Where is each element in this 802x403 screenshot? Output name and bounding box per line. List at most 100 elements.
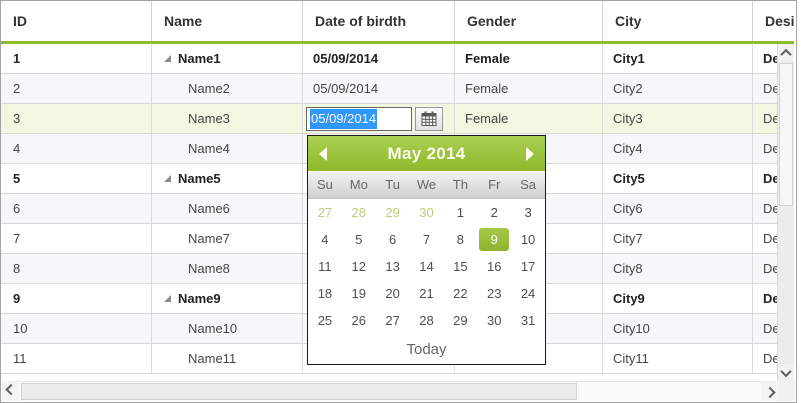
scroll-left-button[interactable] (2, 381, 19, 401)
calendar-day[interactable]: 30 (410, 199, 444, 226)
cell-city[interactable]: City5 (603, 164, 753, 193)
calendar-day[interactable]: 19 (342, 280, 376, 307)
calendar-day[interactable]: 25 (308, 307, 342, 334)
cell-city[interactable]: City9 (603, 284, 753, 313)
cell-name[interactable]: Name11 (152, 344, 303, 373)
calendar-day[interactable]: 27 (376, 307, 410, 334)
horizontal-scrollbar-thumb[interactable] (21, 383, 577, 400)
scroll-up-button[interactable] (778, 44, 794, 61)
cell-name[interactable]: Name7 (152, 224, 303, 253)
column-header-id[interactable]: ID (1, 1, 152, 41)
calendar-day[interactable]: 8 (443, 226, 477, 253)
calendar-day[interactable]: 23 (477, 280, 511, 307)
cell-name[interactable]: Name1 (152, 44, 303, 73)
cell-city[interactable]: City8 (603, 254, 753, 283)
vertical-scrollbar-thumb[interactable] (779, 63, 793, 206)
calendar-day[interactable]: 13 (376, 253, 410, 280)
calendar-day[interactable]: 18 (308, 280, 342, 307)
cell-id[interactable]: 1 (1, 44, 152, 73)
cell-city[interactable]: City11 (603, 344, 753, 373)
calendar-day[interactable]: 17 (511, 253, 545, 280)
cell-gender[interactable]: Female (455, 74, 603, 103)
column-header-city[interactable]: City (603, 1, 753, 41)
calendar-day[interactable]: 28 (342, 199, 376, 226)
cell-city[interactable]: City4 (603, 134, 753, 163)
cell-city[interactable]: City6 (603, 194, 753, 223)
cell-name[interactable]: Name5 (152, 164, 303, 193)
cell-dob[interactable]: 05/09/2014 (303, 74, 455, 103)
cell-id[interactable]: 4 (1, 134, 152, 163)
cell-id[interactable]: 2 (1, 74, 152, 103)
calendar-day[interactable]: 16 (477, 253, 511, 280)
calendar-prev-icon[interactable] (319, 147, 327, 161)
cell-gender[interactable]: Female (455, 104, 603, 133)
dob-editor-input[interactable]: 05/09/2014 (306, 107, 412, 131)
cell-city[interactable]: City1 (603, 44, 753, 73)
calendar-title[interactable]: May 2014 (387, 144, 465, 164)
cell-city[interactable]: City3 (603, 104, 753, 133)
calendar-next-icon[interactable] (526, 147, 534, 161)
calendar-day[interactable]: 24 (511, 280, 545, 307)
cell-city[interactable]: City10 (603, 314, 753, 343)
cell-id[interactable]: 7 (1, 224, 152, 253)
calendar-day[interactable]: 10 (511, 226, 545, 253)
vertical-scrollbar[interactable] (777, 44, 794, 381)
cell-name[interactable]: Name4 (152, 134, 303, 163)
horizontal-scrollbar[interactable] (2, 381, 795, 401)
cell-dob[interactable]: 05/09/2014 (303, 44, 455, 73)
calendar-day[interactable]: 6 (376, 226, 410, 253)
calendar-day[interactable]: 22 (443, 280, 477, 307)
column-header-dob[interactable]: Date of birdth (303, 1, 455, 41)
column-header-gender[interactable]: Gender (455, 1, 603, 41)
calendar-day[interactable]: 20 (376, 280, 410, 307)
cell-id[interactable]: 9 (1, 284, 152, 313)
cell-name[interactable]: Name3 (152, 104, 303, 133)
calendar-day[interactable]: 29 (376, 199, 410, 226)
calendar-day[interactable]: 31 (511, 307, 545, 334)
calendar-day[interactable]: 11 (308, 253, 342, 280)
cell-id[interactable]: 6 (1, 194, 152, 223)
group-expander-icon[interactable] (164, 295, 171, 302)
calendar-day[interactable]: 2 (477, 199, 511, 226)
cell-name[interactable]: Name9 (152, 284, 303, 313)
cell-gender[interactable]: Female (455, 44, 603, 73)
calendar-day[interactable]: 28 (410, 307, 444, 334)
calendar-day[interactable]: 7 (410, 226, 444, 253)
group-expander-icon[interactable] (164, 175, 171, 182)
calendar-day[interactable]: 1 (443, 199, 477, 226)
calendar-day[interactable]: 4 (308, 226, 342, 253)
column-header-name[interactable]: Name (152, 1, 303, 41)
cell-name[interactable]: Name2 (152, 74, 303, 103)
cell-id[interactable]: 11 (1, 344, 152, 373)
calendar-day[interactable]: 27 (308, 199, 342, 226)
calendar-day[interactable]: 21 (410, 280, 444, 307)
cell-id[interactable]: 3 (1, 104, 152, 133)
group-expander-icon[interactable] (164, 55, 171, 62)
calendar-today-button[interactable]: Today (406, 341, 446, 358)
cell-dob[interactable]: 05/09/2014 (303, 104, 455, 133)
calendar-day[interactable]: 3 (511, 199, 545, 226)
cell-name[interactable]: Name6 (152, 194, 303, 223)
calendar-day[interactable]: 29 (443, 307, 477, 334)
cell-id[interactable]: 8 (1, 254, 152, 283)
cell-id[interactable]: 10 (1, 314, 152, 343)
calendar-day[interactable]: 12 (342, 253, 376, 280)
calendar-day[interactable]: 26 (342, 307, 376, 334)
cell-city[interactable]: City7 (603, 224, 753, 253)
column-header-designation[interactable]: Design (753, 1, 794, 41)
cell-name[interactable]: Name10 (152, 314, 303, 343)
scroll-right-button[interactable] (761, 381, 778, 401)
calendar-day[interactable]: 30 (477, 307, 511, 334)
calendar-toggle-button[interactable] (415, 107, 443, 131)
name-text: Name3 (188, 111, 230, 126)
cell-city[interactable]: City2 (603, 74, 753, 103)
vertical-scrollbar-track[interactable] (778, 61, 794, 364)
calendar-day[interactable]: 14 (410, 253, 444, 280)
horizontal-scrollbar-track[interactable] (19, 381, 761, 401)
cell-name[interactable]: Name8 (152, 254, 303, 283)
calendar-day-selected[interactable]: 9 (479, 228, 509, 251)
cell-id[interactable]: 5 (1, 164, 152, 193)
calendar-day[interactable]: 15 (443, 253, 477, 280)
calendar-day[interactable]: 5 (342, 226, 376, 253)
scroll-down-button[interactable] (778, 364, 794, 381)
